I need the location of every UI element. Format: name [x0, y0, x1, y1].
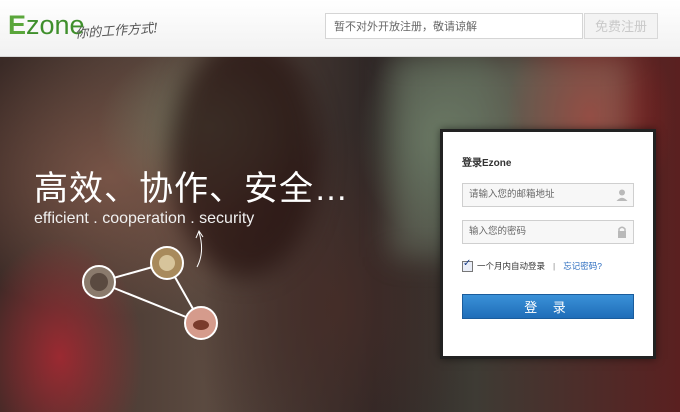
login-title: 登录Ezone — [462, 158, 512, 169]
avatar-node-people-detail — [90, 273, 108, 291]
password-field[interactable]: 输入您的密码 — [462, 220, 634, 244]
forgot-password-link[interactable]: 忘记密码? — [563, 260, 602, 272]
logo-letter-e: E — [8, 10, 27, 40]
email-field[interactable]: 请输入您的邮箱地址 — [462, 183, 634, 207]
avatar-node-meeting-detail — [159, 255, 175, 271]
slogan: 你的工作方式! — [74, 21, 159, 42]
free-signup-button[interactable]: 免费注册 — [584, 13, 658, 39]
remember-row: 一个月内自动登录 | 忘记密码? — [462, 258, 602, 272]
registration-notice: 暂不对外开放注册，敬请谅解 — [325, 13, 583, 39]
login-button[interactable]: 登 录 — [462, 294, 634, 319]
lock-icon — [618, 226, 626, 238]
ezone-logo[interactable]: Ezone — [8, 10, 85, 41]
remember-label[interactable]: 一个月内自动登录 — [477, 260, 545, 272]
avatar-node-coffee-cup — [193, 320, 209, 330]
top-header: Ezone 你的工作方式! 暂不对外开放注册，敬请谅解 免费注册 — [0, 0, 680, 57]
email-placeholder: 请输入您的邮箱地址 — [469, 189, 555, 200]
collaboration-network-graphic — [82, 229, 218, 340]
arrow-curve — [196, 231, 203, 268]
password-placeholder: 输入您的密码 — [469, 226, 527, 237]
remember-separator: | — [553, 261, 556, 271]
user-icon — [616, 189, 628, 201]
login-panel: 登录Ezone 请输入您的邮箱地址 输入您的密码 一个月内自动登录 | 忘记密码… — [440, 129, 656, 359]
remember-checkbox[interactable] — [462, 258, 473, 272]
